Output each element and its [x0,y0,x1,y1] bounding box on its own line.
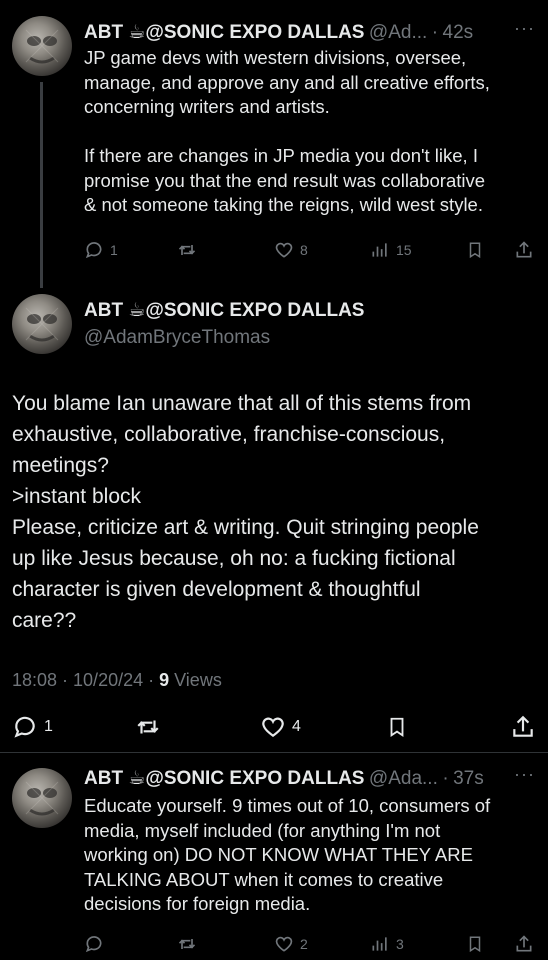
like-button[interactable]: 2 [274,934,308,954]
like-icon [275,242,293,258]
like-count: 2 [300,936,308,952]
tweet-text: JP game devs with western divisions, ove… [84,47,490,215]
retweet-icon [137,720,159,734]
views-icon [372,937,387,951]
bookmark-icon [390,717,404,737]
bookmark-icon [469,936,481,953]
share-icon [516,935,532,952]
timestamp[interactable]: 42s [443,22,474,43]
retweet-icon [178,939,196,949]
bookmark-icon [469,242,481,259]
tweet-meta: 18:08 · 10/20/24 · 9 Views [12,670,222,691]
retweet-button[interactable] [134,714,162,740]
like-count: 4 [292,718,301,735]
like-icon [275,936,293,952]
like-count: 8 [300,242,308,258]
bookmark-button[interactable] [466,240,484,260]
retweet-icon [178,245,196,255]
thread-line [40,82,43,288]
separator: · [442,768,449,789]
reply-icon [85,936,102,953]
display-name[interactable]: ABT ☕@SONIC EXPO DALLAS [84,22,364,43]
views-count: 3 [396,936,404,952]
reply-button[interactable]: 1 [84,240,118,260]
avatar[interactable] [12,16,72,76]
user-handle[interactable]: @AdamBryceThomas [84,327,270,349]
post-timestamp[interactable]: 18:08 · 10/20/24 · [12,670,159,690]
reply-button[interactable]: 1 [12,714,53,740]
reply-button[interactable] [84,934,110,954]
display-name[interactable]: ABT ☕@SONIC EXPO DALLAS [84,768,364,789]
reply-icon [85,242,102,259]
more-icon[interactable]: ··· [514,18,535,39]
views-button[interactable]: 3 [370,934,404,954]
more-icon[interactable]: ··· [514,764,535,785]
share-icon [513,715,533,737]
user-handle[interactable]: @Ada... [369,768,438,789]
share-button[interactable] [510,714,536,740]
retweet-button[interactable] [176,240,204,260]
share-icon [516,241,532,258]
views-count: 15 [396,242,412,258]
display-name[interactable]: ABT ☕@SONIC EXPO DALLAS [84,299,364,322]
views-icon [372,243,387,257]
avatar[interactable] [12,294,72,354]
tweet-header: ABT ☕@SONIC EXPO DALLAS @Ada... · 37s [84,767,484,790]
share-button[interactable] [514,934,534,954]
avatar[interactable] [12,768,72,828]
user-handle[interactable]: @Ad... [369,22,427,43]
separator: · [431,22,439,43]
reply-count: 1 [44,718,53,735]
reply-count: 1 [110,242,118,258]
bookmark-button[interactable] [386,714,408,740]
views-button[interactable]: 15 [370,240,412,260]
views-count: 9 [159,670,170,690]
reply-icon [14,716,35,738]
retweet-button[interactable] [176,934,198,954]
like-button[interactable]: 8 [274,240,308,260]
timestamp[interactable]: 37s [453,768,484,789]
tweet-text: Educate yourself. 9 times out of 10, con… [84,795,491,914]
tweet-header: ABT ☕@SONIC EXPO DALLAS @Ad... · 42s [84,21,473,44]
views-label: Views [169,670,222,690]
divider [0,752,548,753]
bookmark-button[interactable] [466,934,484,954]
like-icon [262,717,284,737]
share-button[interactable] [514,240,534,260]
tweet-text: You blame Ian unaware that all of this s… [12,392,479,632]
like-button[interactable]: 4 [260,714,301,740]
